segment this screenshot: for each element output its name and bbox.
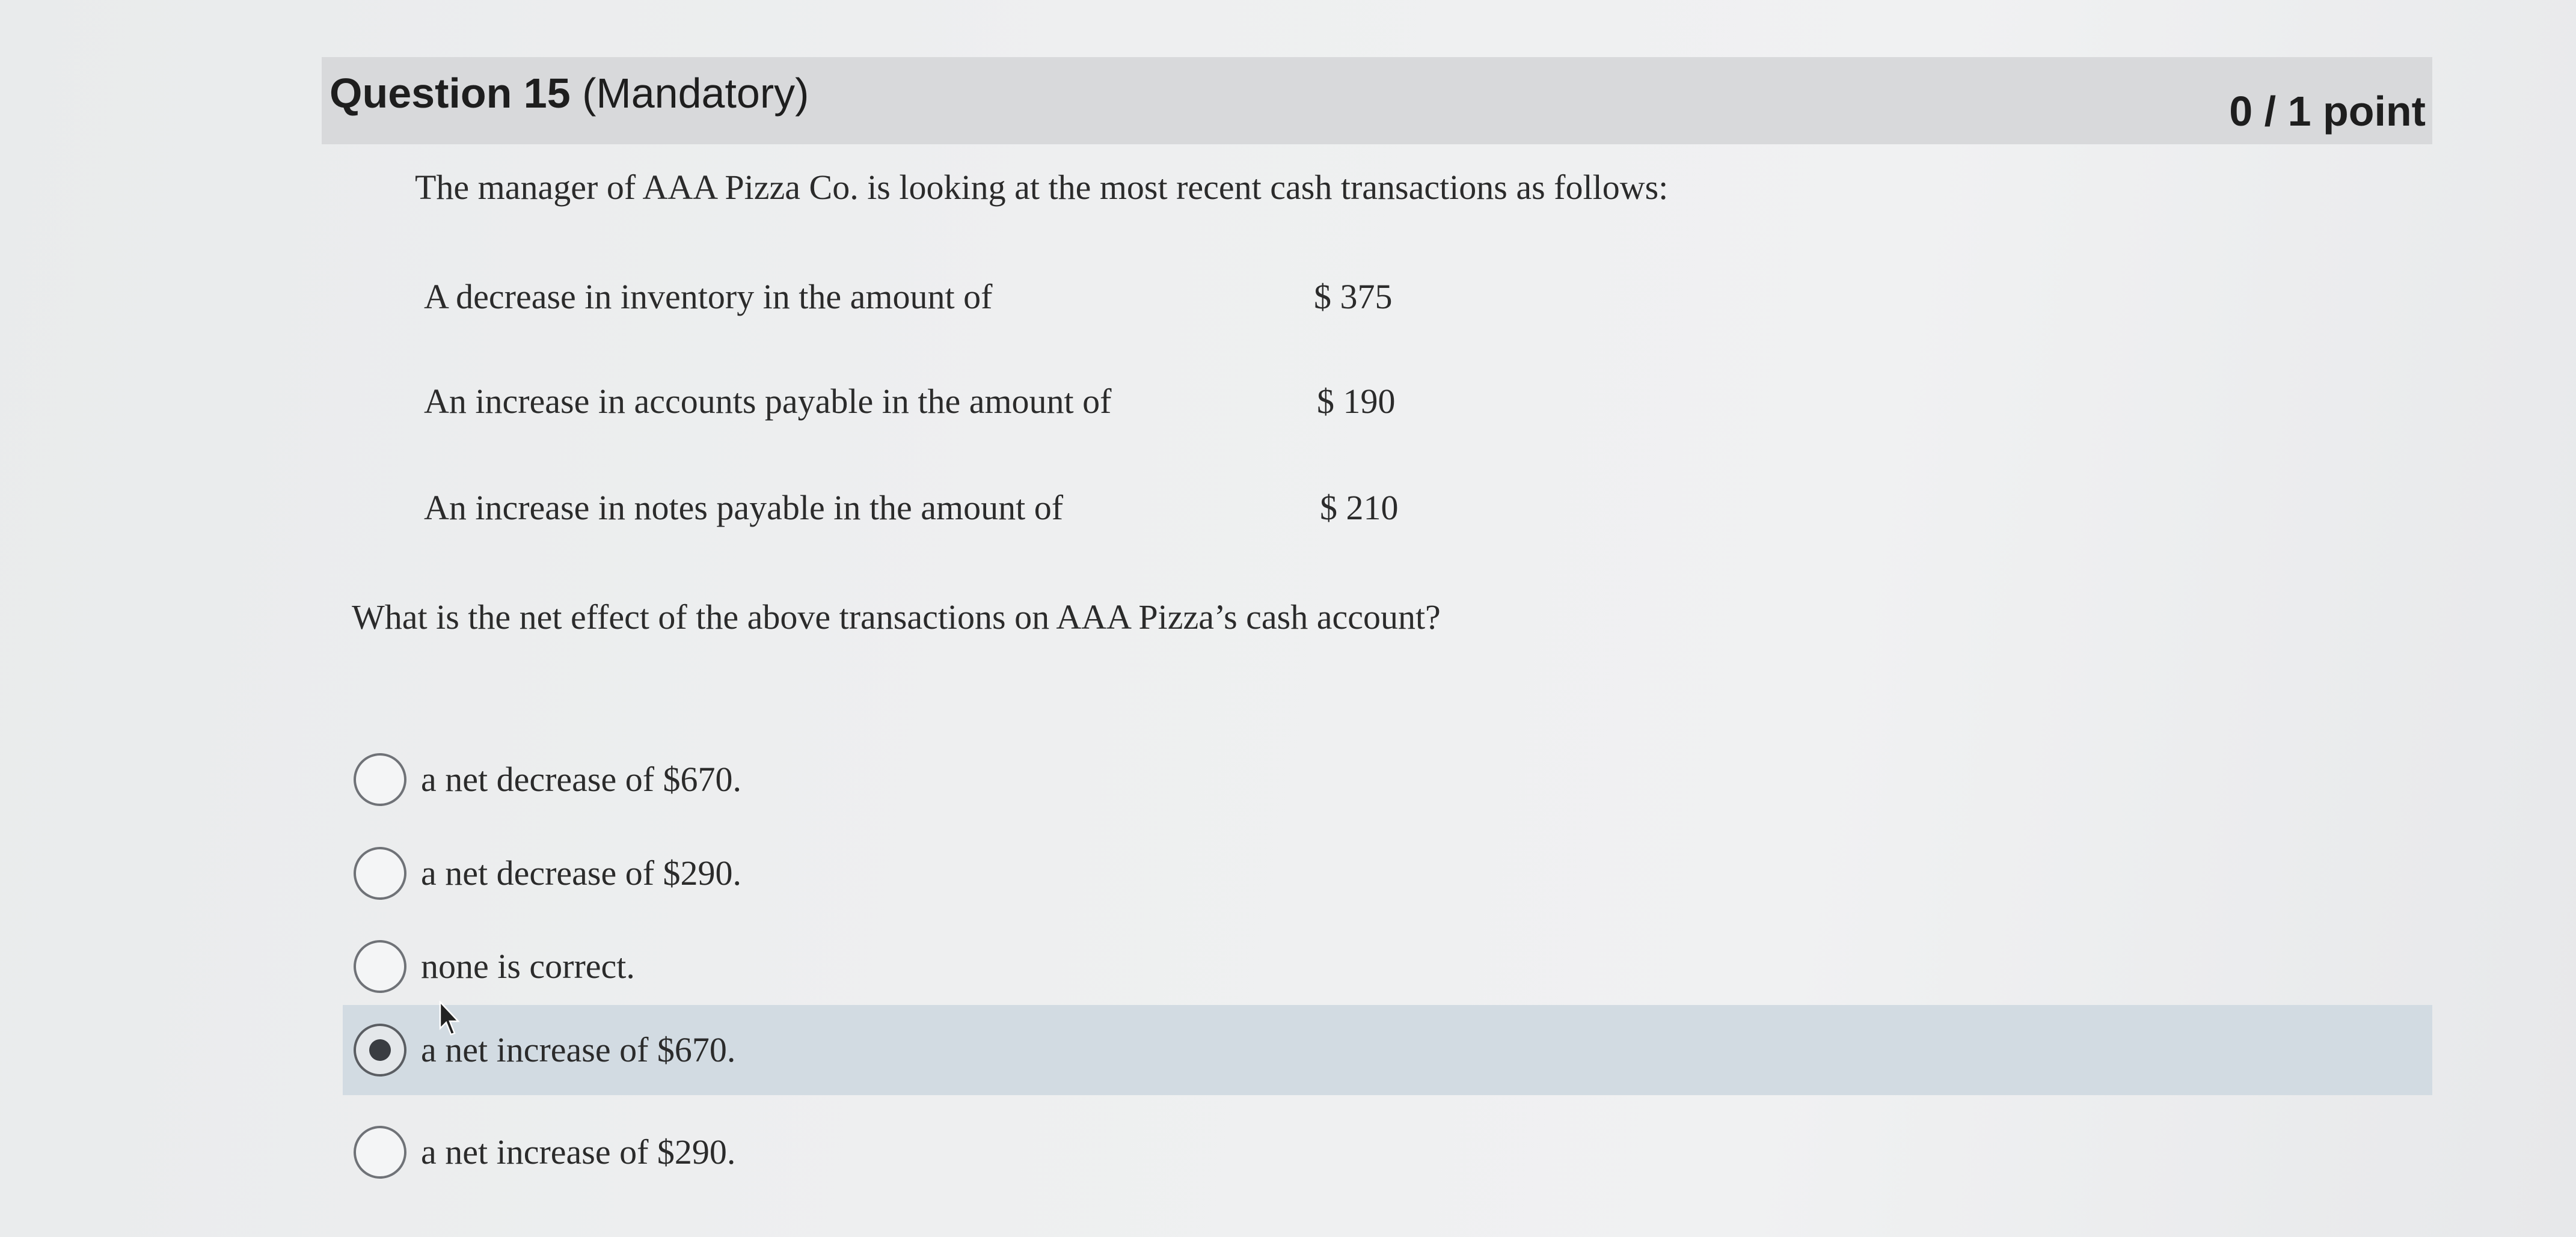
question-status: (Mandatory) xyxy=(582,70,809,117)
transaction-row: An increase in notes payable in the amou… xyxy=(424,484,1416,532)
transaction-amount: $ 375 xyxy=(1314,277,1393,316)
answer-option-label[interactable]: a net increase of $670. xyxy=(421,1026,735,1074)
answer-option[interactable]: a net increase of $290. xyxy=(343,1107,2432,1197)
question-prompt: What is the net effect of the above tran… xyxy=(352,597,1441,637)
transaction-row: An increase in accounts payable in the a… xyxy=(424,377,1416,426)
mouse-pointer-icon xyxy=(439,1001,460,1036)
radio-unchecked-icon[interactable] xyxy=(354,940,406,993)
transaction-label: A decrease in inventory in the amount of xyxy=(424,277,993,316)
radio-unchecked-icon[interactable] xyxy=(354,753,406,806)
radio-checked-icon[interactable] xyxy=(354,1024,406,1077)
question-stem: The manager of AAA Pizza Co. is looking … xyxy=(415,168,1669,207)
answer-option[interactable]: a net decrease of $670. xyxy=(343,735,2432,825)
question-title: Question 15 (Mandatory) xyxy=(330,63,809,123)
answer-option-label[interactable]: a net decrease of $290. xyxy=(421,849,741,897)
transaction-amount: $ 210 xyxy=(1320,488,1399,527)
answer-option[interactable]: a net decrease of $290. xyxy=(343,828,2432,918)
radio-unchecked-icon[interactable] xyxy=(354,1126,406,1179)
transaction-label: An increase in accounts payable in the a… xyxy=(424,382,1112,421)
transaction-amount: $ 190 xyxy=(1317,382,1396,421)
answer-option[interactable]: none is correct. xyxy=(343,921,2432,1012)
answer-option-selected[interactable]: a net increase of $670. xyxy=(343,1005,2432,1095)
answer-option-label[interactable]: a net decrease of $670. xyxy=(421,756,741,804)
radio-dot-icon xyxy=(369,1039,391,1061)
question-points: 0 / 1 point xyxy=(2229,88,2426,135)
question-number: Question 15 xyxy=(330,70,571,117)
transaction-label: An increase in notes payable in the amou… xyxy=(424,488,1064,527)
answer-option-label[interactable]: a net increase of $290. xyxy=(421,1128,735,1176)
radio-unchecked-icon[interactable] xyxy=(354,847,406,900)
transaction-row: A decrease in inventory in the amount of… xyxy=(424,273,1416,321)
answer-option-label[interactable]: none is correct. xyxy=(421,942,635,991)
